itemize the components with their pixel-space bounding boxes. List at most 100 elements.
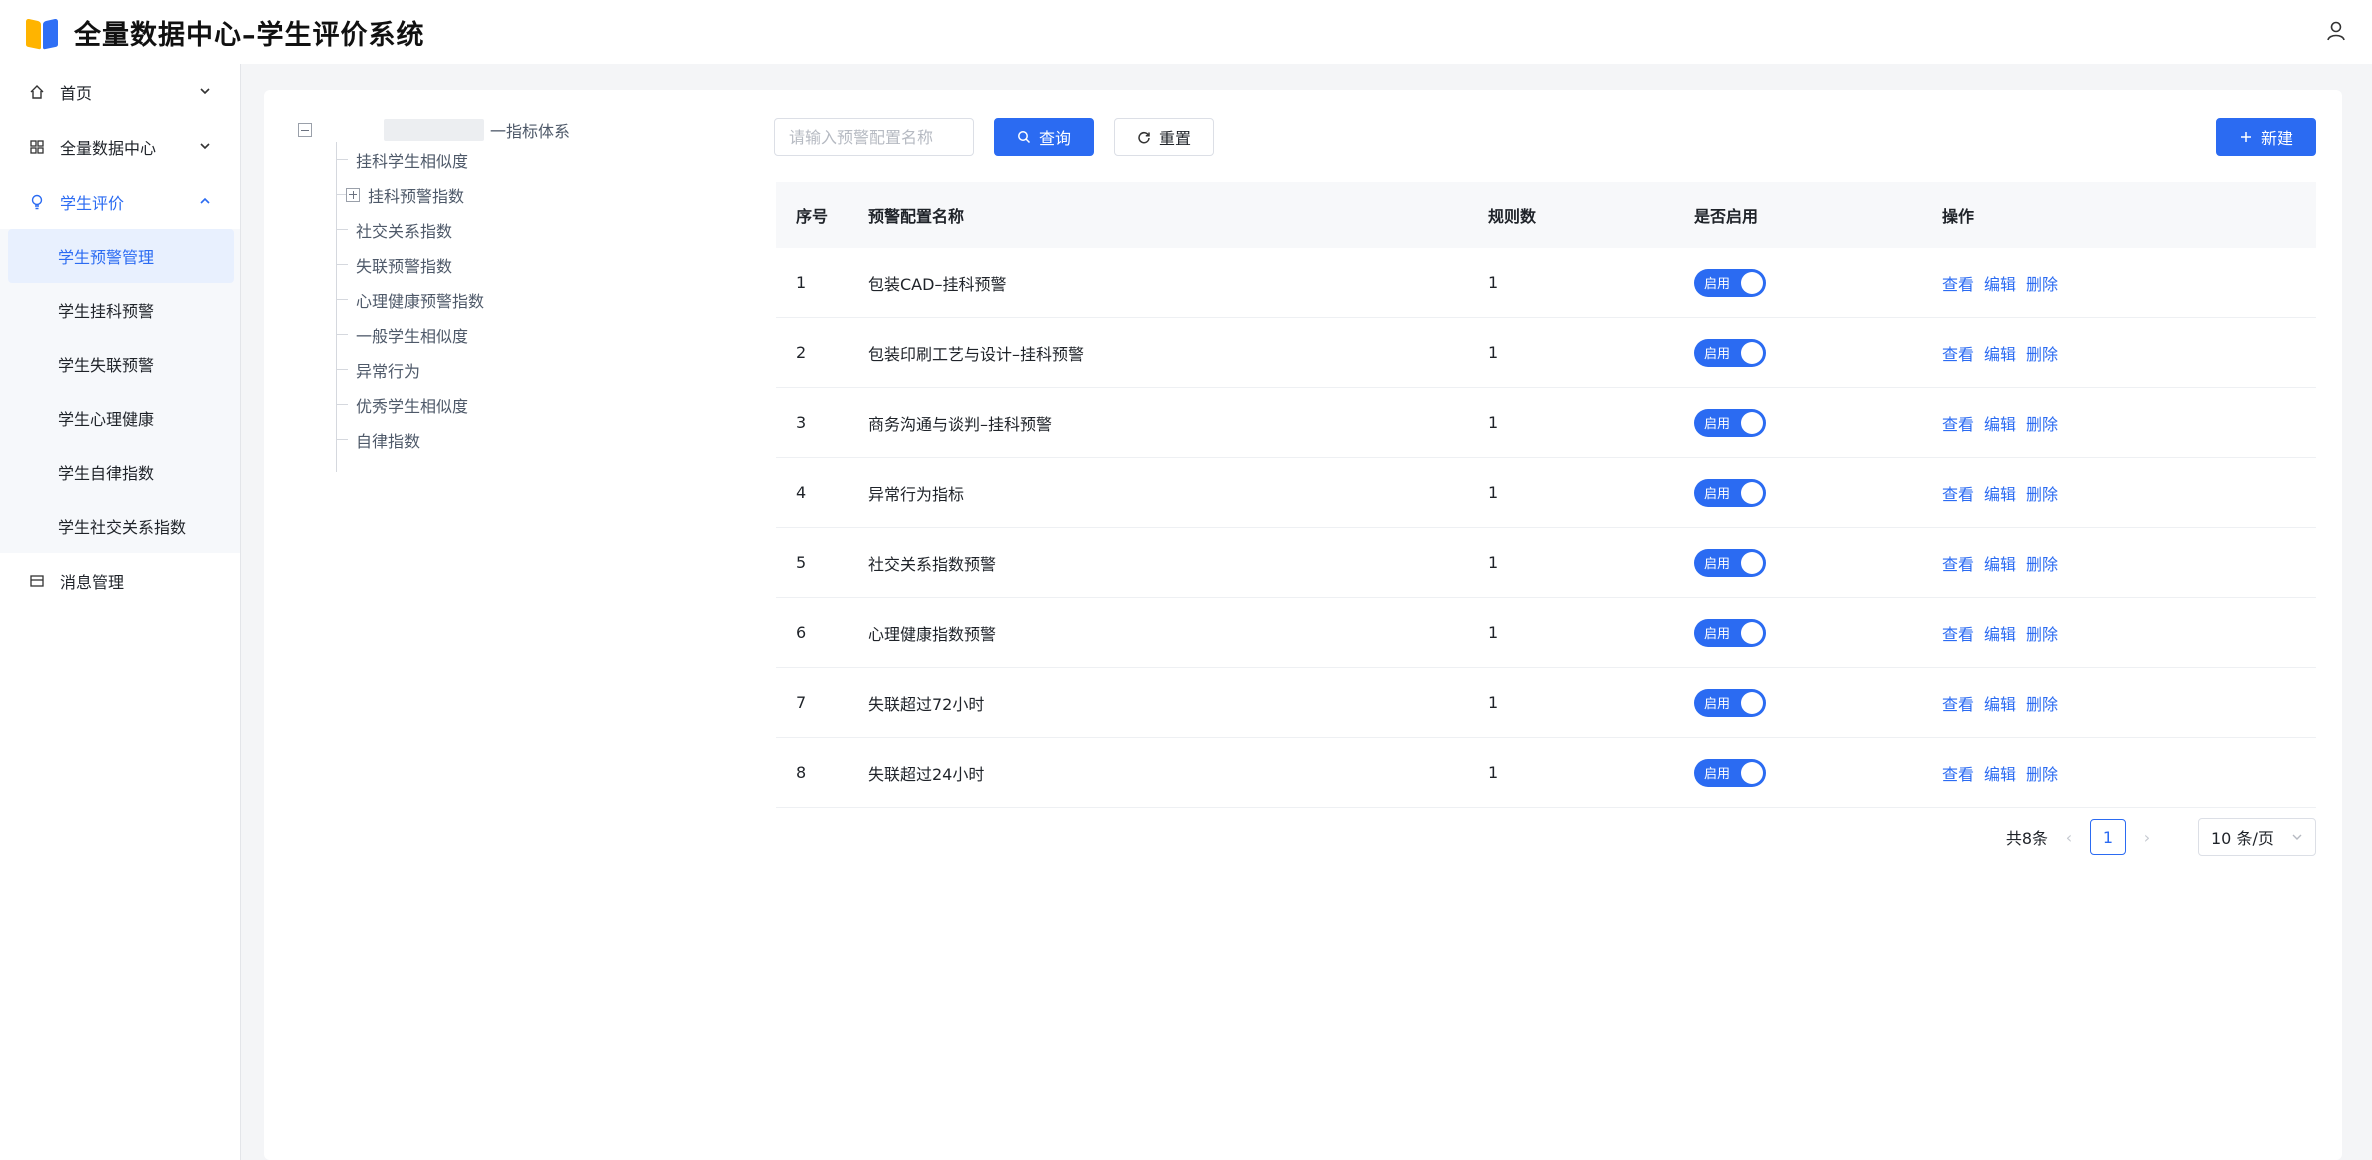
prev-page-icon[interactable]: ‹ (2054, 822, 2084, 852)
tree-root[interactable]: 一指标体系 (298, 118, 678, 142)
edit-link[interactable]: 编辑 (1984, 275, 2016, 294)
delete-link[interactable]: 删除 (2026, 765, 2058, 784)
delete-link[interactable]: 删除 (2026, 275, 2058, 294)
view-link[interactable]: 查看 (1942, 415, 1974, 434)
column-header: 操作 (1942, 207, 1975, 226)
app-title: 全量数据中心–学生评价系统 (74, 19, 425, 51)
reset-button-label: 重置 (1158, 129, 1191, 148)
user-icon[interactable] (2326, 20, 2346, 42)
tree-node[interactable]: 一般学生相似度 (336, 317, 678, 352)
actions-cell: 查看 编辑 删除 (1942, 411, 2316, 435)
sidebar-subitem-mental-health[interactable]: 学生心理健康 (0, 391, 240, 445)
view-link[interactable]: 查看 (1942, 485, 1974, 504)
enable-switch[interactable]: 启用 (1694, 478, 1766, 507)
view-link[interactable]: 查看 (1942, 345, 1974, 364)
edit-link[interactable]: 编辑 (1984, 485, 2016, 504)
app-header: 全量数据中心–学生评价系统 (0, 0, 2372, 64)
page-number[interactable]: 1 (2090, 819, 2126, 855)
enable-cell: 启用 (1694, 268, 1942, 297)
switch-label: 启用 (1704, 277, 1731, 292)
tree-node[interactable]: 优秀学生相似度 (336, 387, 678, 422)
collapse-icon[interactable] (298, 123, 312, 137)
tree-children: 挂科学生相似度 挂科预警指数 社交关系指数 失联预警指数 心理健康预警指数 一般… (336, 142, 678, 472)
actions-cell: 查看 编辑 删除 (1942, 341, 2316, 365)
column-header: 是否启用 (1694, 207, 1759, 226)
enable-switch[interactable]: 启用 (1694, 268, 1766, 297)
actions-cell: 查看 编辑 删除 (1942, 481, 2316, 505)
sidebar-subitem-social-relation[interactable]: 学生社交关系指数 (0, 499, 240, 553)
sidebar-subitem-fail-warning[interactable]: 学生挂科预警 (0, 283, 240, 337)
row-name: 异常行为指标 (868, 484, 965, 504)
student-eval-submenu: 学生预警管理 学生挂科预警 学生失联预警 学生心理健康 学生自律指数 学生社交关… (0, 229, 240, 553)
reset-button[interactable]: 重置 (1114, 118, 1214, 156)
delete-link[interactable]: 删除 (2026, 345, 2058, 364)
message-icon (28, 572, 46, 590)
tree-node[interactable]: 社交关系指数 (336, 212, 678, 247)
tree-node[interactable]: 自律指数 (336, 422, 678, 457)
column-header: 序号 (796, 207, 829, 226)
sidebar-subitem-warning-manage[interactable]: 学生预警管理 (8, 229, 234, 283)
actions-cell: 查看 编辑 删除 (1942, 621, 2316, 645)
sidebar-subitem-self-discipline[interactable]: 学生自律指数 (0, 445, 240, 499)
delete-link[interactable]: 删除 (2026, 485, 2058, 504)
view-link[interactable]: 查看 (1942, 555, 1974, 574)
tree-node-label: 挂科预警指数 (368, 186, 465, 206)
enable-switch[interactable]: 启用 (1694, 338, 1766, 367)
refresh-icon (1138, 131, 1150, 144)
edit-link[interactable]: 编辑 (1984, 625, 2016, 644)
enable-cell: 启用 (1694, 548, 1942, 577)
tree-node[interactable]: 异常行为 (336, 352, 678, 387)
plus-icon (2240, 132, 2251, 142)
grid-icon (28, 138, 46, 156)
sidebar-subitem-lost-contact[interactable]: 学生失联预警 (0, 337, 240, 391)
enable-cell: 启用 (1694, 478, 1942, 507)
enable-switch[interactable]: 启用 (1694, 548, 1766, 577)
sidebar-item-home[interactable]: 首页 (0, 64, 240, 119)
row-rule-count: 1 (1488, 693, 1499, 712)
sidebar-item-student-eval[interactable]: 学生评价 (0, 174, 240, 229)
sidebar-item-data-center[interactable]: 全量数据中心 (0, 119, 240, 174)
sidebar-item-messages[interactable]: 消息管理 (0, 553, 240, 608)
enable-switch[interactable]: 启用 (1694, 758, 1766, 787)
enable-switch[interactable]: 启用 (1694, 618, 1766, 647)
search-input[interactable] (774, 118, 974, 156)
chevron-down-icon (2292, 834, 2302, 840)
tree-node[interactable]: 挂科预警指数 (336, 177, 678, 212)
new-button[interactable]: 新建 (2216, 118, 2316, 156)
search-button[interactable]: 查询 (994, 118, 1094, 156)
delete-link[interactable]: 删除 (2026, 555, 2058, 574)
redacted-block (384, 119, 484, 141)
next-page-icon[interactable]: › (2132, 822, 2162, 852)
tree-node[interactable]: 挂科学生相似度 (336, 142, 678, 177)
page-size-select[interactable]: 10 条/页 (2198, 818, 2316, 856)
view-link[interactable]: 查看 (1942, 275, 1974, 294)
view-link[interactable]: 查看 (1942, 765, 1974, 784)
tree-node[interactable]: 失联预警指数 (336, 247, 678, 282)
enable-switch[interactable]: 启用 (1694, 688, 1766, 717)
edit-link[interactable]: 编辑 (1984, 765, 2016, 784)
row-index: 1 (796, 273, 807, 292)
actions-cell: 查看 编辑 删除 (1942, 761, 2316, 785)
delete-link[interactable]: 删除 (2026, 415, 2058, 434)
home-icon (28, 83, 46, 101)
row-name: 商务沟通与谈判–挂科预警 (868, 414, 1053, 434)
delete-link[interactable]: 删除 (2026, 695, 2058, 714)
edit-link[interactable]: 编辑 (1984, 695, 2016, 714)
view-link[interactable]: 查看 (1942, 625, 1974, 644)
edit-link[interactable]: 编辑 (1984, 345, 2016, 364)
column-header: 预警配置名称 (868, 207, 965, 226)
column-header: 规则数 (1488, 207, 1537, 226)
edit-link[interactable]: 编辑 (1984, 415, 2016, 434)
pagination: 共8条 ‹ 1 › 10 条/页 (2006, 818, 2316, 856)
expand-icon[interactable] (346, 187, 360, 202)
total-count: 共8条 (2005, 829, 2048, 848)
view-link[interactable]: 查看 (1942, 695, 1974, 714)
row-rule-count: 1 (1488, 413, 1499, 432)
delete-link[interactable]: 删除 (2026, 625, 2058, 644)
edit-link[interactable]: 编辑 (1984, 555, 2016, 574)
enable-switch[interactable]: 启用 (1694, 408, 1766, 437)
bulb-icon (28, 193, 46, 211)
tree-node[interactable]: 心理健康预警指数 (336, 282, 678, 317)
enable-cell: 启用 (1694, 618, 1942, 647)
row-rule-count: 1 (1488, 553, 1499, 572)
